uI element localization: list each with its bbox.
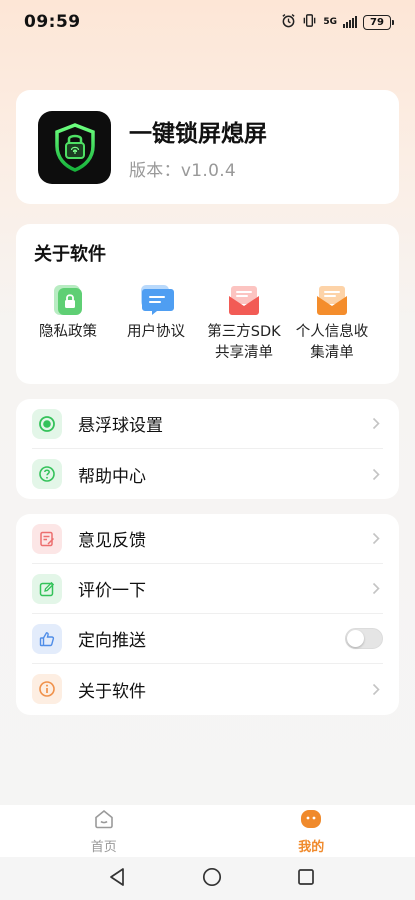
targeted-push-toggle[interactable]: [345, 628, 383, 649]
status-time: 09:59: [24, 12, 81, 32]
feedback-label: 意见反馈: [78, 531, 146, 551]
tab-mine[interactable]: 我的: [251, 808, 371, 855]
network-type: 5G: [323, 17, 337, 27]
privacy-policy-item[interactable]: 隐私政策: [24, 278, 112, 364]
orange-mail-icon: [312, 278, 352, 318]
help-center-row[interactable]: 帮助中心: [32, 449, 383, 499]
third-party-sdk-label-line1: 第三方SDK: [207, 324, 281, 340]
targeted-push-row: 定向推送: [32, 614, 383, 664]
third-party-sdk-label-line2: 共享清单: [214, 345, 273, 361]
chevron-right-icon: [369, 532, 383, 546]
third-party-sdk-label: 第三方SDK 共享清单: [207, 322, 280, 364]
battery-level: 79: [370, 16, 384, 28]
about-software-label: 关于软件: [78, 681, 146, 702]
status-bar: 09:59 5G 79: [0, 0, 415, 44]
personal-info-label: 个人信息收 集清单: [296, 322, 369, 364]
rate-app-row[interactable]: 评价一下: [32, 564, 383, 614]
app-version: 版本：v1.0.4: [129, 160, 237, 181]
privacy-policy-label: 隐私政策: [39, 324, 97, 340]
vibrate-icon: [302, 13, 317, 32]
home-circle-icon[interactable]: [202, 867, 222, 891]
chevron-right-icon: [369, 582, 383, 596]
feedback-icon: [32, 523, 62, 554]
third-party-sdk-item[interactable]: 第三方SDK 共享清单: [200, 278, 288, 364]
user-agreement-item[interactable]: 用户协议: [112, 278, 200, 364]
toggle-knob: [347, 630, 364, 647]
personal-info-item[interactable]: 个人信息收 集清单: [288, 278, 376, 364]
tab-home-label: 首页: [90, 839, 117, 855]
help-center-label: 帮助中心: [78, 466, 146, 487]
personal-info-label-line1: 个人信息收: [295, 324, 369, 340]
user-agreement-label: 用户协议: [127, 324, 185, 340]
app-logo-icon: [38, 110, 111, 184]
status-icons: 5G 79: [281, 13, 394, 32]
rate-icon: [32, 573, 62, 604]
about-grid: 隐私政策 用户协议 第三方SDK 共享清单 个人信息收 集清单: [24, 278, 399, 364]
red-mail-icon: [224, 278, 264, 318]
recents-icon[interactable]: [297, 868, 315, 890]
battery-icon: 79: [363, 14, 394, 30]
feedback-row[interactable]: 意见反馈: [32, 514, 383, 564]
targeted-push-label: 定向推送: [78, 631, 146, 651]
about-software-row[interactable]: 关于软件: [32, 664, 383, 714]
floating-ball-icon: [32, 408, 62, 439]
info-icon: [32, 674, 62, 704]
about-software-card: 关于软件 隐私政策 用户协议 第三方SDK 共享清单 个人信息收 集清单: [16, 224, 399, 384]
floating-ball-settings-row[interactable]: 悬浮球设置: [32, 399, 383, 449]
settings-group-1: 悬浮球设置 帮助中心: [16, 399, 399, 499]
chat-document-icon: [136, 278, 176, 318]
tab-mine-label: 我的: [298, 839, 325, 855]
rate-app-label: 评价一下: [78, 581, 146, 601]
app-info: 一键锁屏熄屏 版本：v1.0.4: [129, 114, 267, 181]
floating-ball-settings-label: 悬浮球设置: [78, 416, 163, 436]
chevron-right-icon: [369, 467, 383, 481]
thumbs-up-icon: [32, 623, 62, 654]
back-icon[interactable]: [108, 867, 126, 891]
chevron-right-icon: [369, 682, 383, 696]
signal-icon: [343, 16, 357, 28]
privacy-lock-icon: [48, 278, 88, 318]
personal-info-label-line2: 集清单: [310, 345, 354, 361]
app-name: 一键锁屏熄屏: [129, 120, 267, 147]
bottom-nav: 首页 我的: [0, 805, 415, 857]
mine-icon: [299, 808, 323, 834]
tab-home[interactable]: 首页: [44, 808, 164, 855]
settings-group-2: 意见反馈 评价一下 定向推送 关于软件: [16, 514, 399, 715]
alarm-icon: [281, 13, 296, 32]
help-icon: [32, 459, 62, 489]
home-icon: [93, 808, 115, 834]
chevron-right-icon: [369, 417, 383, 431]
app-info-card: 一键锁屏熄屏 版本：v1.0.4: [16, 90, 399, 204]
about-section-title: 关于软件: [34, 244, 106, 265]
system-nav-bar: [0, 857, 415, 900]
